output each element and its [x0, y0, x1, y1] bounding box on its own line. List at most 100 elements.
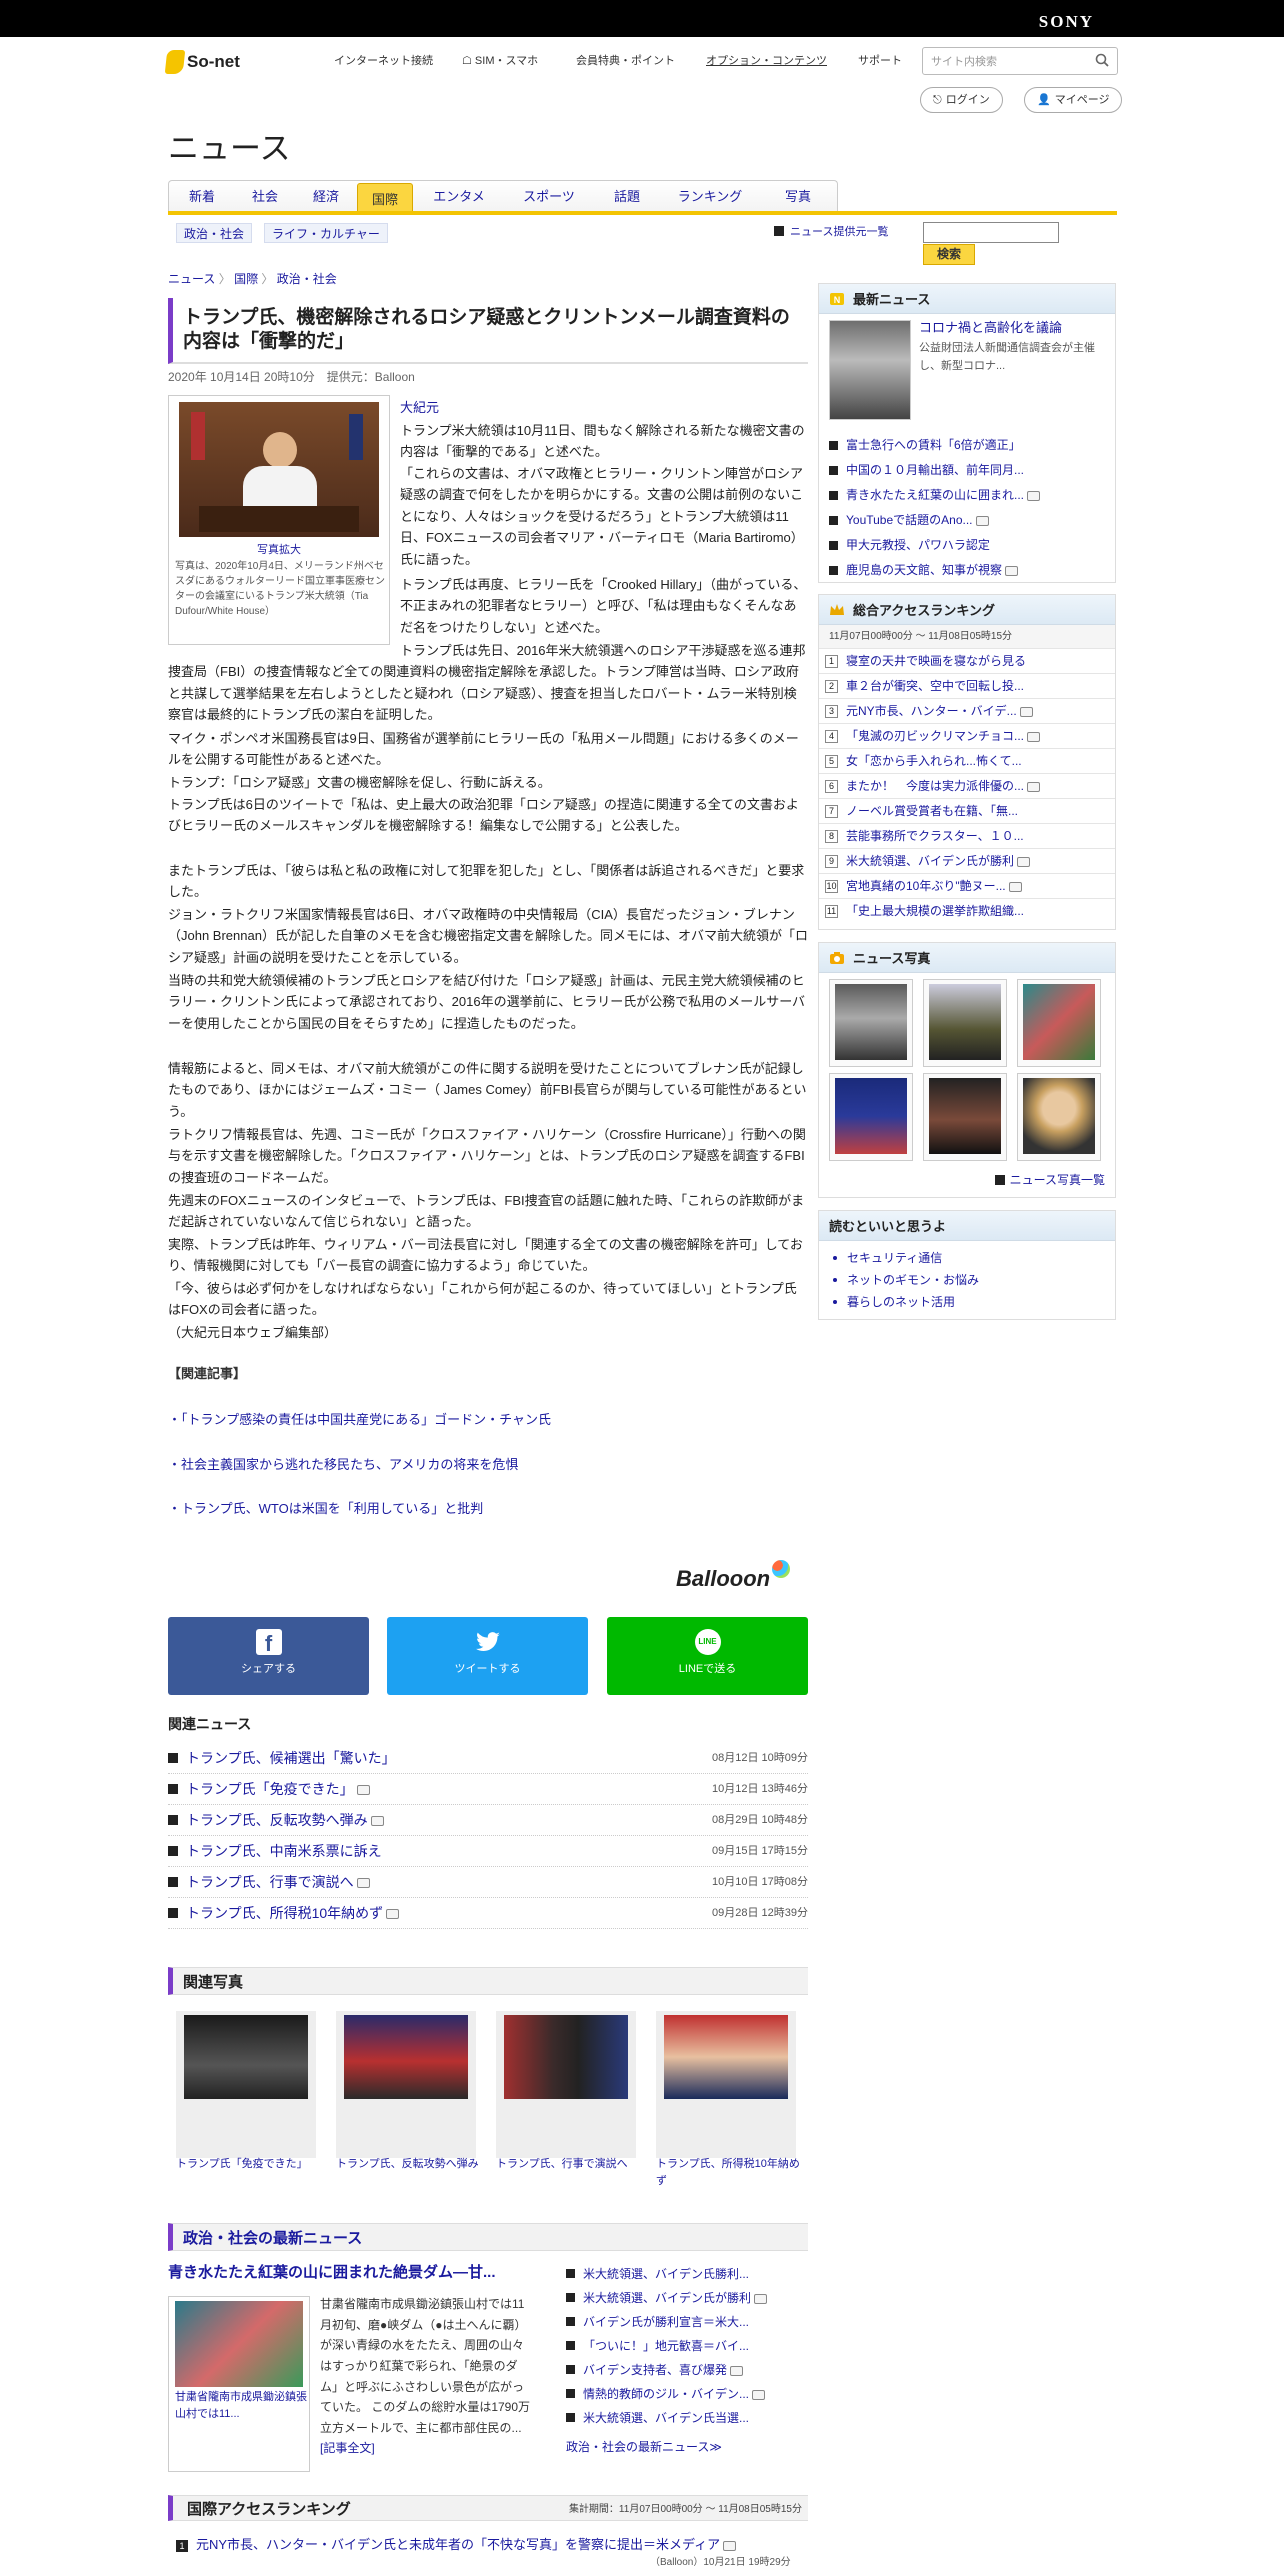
recommend-link[interactable]: 暮らしのネット活用 [819, 1291, 1115, 1313]
read-full-article-link[interactable]: [記事全文] [320, 2441, 375, 2455]
crumb-politics[interactable]: 政治・社会 [277, 272, 337, 286]
latest-featured-photo-box[interactable]: 甘粛省隴南市成県鋤泌鎮張山村では11... [168, 2296, 310, 2472]
news-photo-thumb[interactable] [923, 1073, 1007, 1161]
news-photo-thumb[interactable] [1017, 1073, 1101, 1161]
latest-list-item[interactable]: 米大統領選、バイデン氏当選... [566, 2409, 808, 2433]
related-news-row[interactable]: トランプ氏、行事で演説へ 10月10日 17時08分 [168, 1867, 808, 1898]
news-photos-more-link[interactable]: ニュース写真一覧 [994, 1171, 1105, 1189]
related-photo-caption[interactable]: トランプ氏、反転攻勢へ弾み [336, 2156, 481, 2173]
related-news-row[interactable]: トランプ氏、所得税10年納めず 09月28日 12時39分 [168, 1898, 808, 1929]
related-photo-card[interactable] [176, 2011, 316, 2158]
recommend-link[interactable]: セキュリティ通信 [819, 1247, 1115, 1269]
crumb-news[interactable]: ニュース [168, 272, 215, 286]
tab-new[interactable]: 新着 [169, 181, 235, 212]
sidebar-ranking-item[interactable]: 9 米大統領選、バイデン氏が勝利 [819, 849, 1115, 874]
provider-list-link[interactable]: ニュース提供元一覧 [774, 224, 888, 241]
sidebar-latest-item[interactable]: 青き水たたえ紅葉の山に囲まれ... [819, 484, 1115, 509]
tab-international[interactable]: 国際 [357, 183, 413, 212]
photo-enlarge-link[interactable]: 写真拡大 [169, 542, 389, 559]
related-news-title[interactable]: トランプ氏、反転攻勢へ弾み [186, 1810, 384, 1831]
nav-options[interactable]: オプション・コンテンツ [706, 53, 827, 70]
tab-photos[interactable]: 写真 [759, 181, 837, 212]
line-share-button[interactable]: LINE LINEで送る [607, 1617, 808, 1695]
nav-support[interactable]: サポート [858, 53, 902, 70]
related-photo-card[interactable] [336, 2011, 476, 2158]
sidebar-ranking-item[interactable]: 3 元NY市長、ハンター・バイデ... [819, 699, 1115, 724]
balloon-logo[interactable]: Ballooon [676, 1560, 791, 1595]
site-search-input[interactable]: サイト内検索 [922, 47, 1118, 75]
facebook-share-button[interactable]: f シェアする [168, 1617, 369, 1695]
sidebar-latest-item[interactable]: YouTubeで話題のAno... [819, 509, 1115, 534]
latest-list-item[interactable]: 「ついに！」地元歓喜＝バイ... [566, 2337, 808, 2361]
sidebar-ranking-item[interactable]: 4 「鬼滅の刃ビックリマンチョコ... [819, 724, 1115, 749]
latest-top-title[interactable]: コロナ禍と高齢化を議論 [919, 318, 1062, 338]
related-photo-card[interactable] [656, 2011, 796, 2158]
latest-list-item[interactable]: 米大統領選、バイデン氏が勝利 [566, 2289, 808, 2313]
tab-sports[interactable]: スポーツ [505, 181, 593, 212]
login-button[interactable]: ⎋ ログイン [920, 87, 1003, 113]
sidebar-latest-item[interactable]: 中国の１０月輸出額、前年同月... [819, 459, 1115, 484]
recommend-link[interactable]: ネットのギモン・お悩み [819, 1269, 1115, 1291]
latest-list-item[interactable]: 米大統領選、バイデン氏勝利... [566, 2265, 808, 2289]
sidebar-ranking-item[interactable]: 2 車２台が衝突、空中で回転し投... [819, 674, 1115, 699]
latest-featured-caption[interactable]: 甘粛省隴南市成県鋤泌鎮張山村では11... [175, 2389, 307, 2422]
tab-ranking[interactable]: ランキング [661, 181, 759, 212]
related-news-row[interactable]: トランプ氏、反転攻勢へ弾み 08月29日 10時48分 [168, 1805, 808, 1836]
tab-economy[interactable]: 経済 [295, 181, 357, 212]
latest-list-item[interactable]: 情熱的教師のジル・バイデン... [566, 2385, 808, 2409]
related-news-title[interactable]: トランプ氏「免疫できた」 [186, 1779, 370, 1800]
sonet-logo[interactable]: So-net [164, 48, 240, 76]
tab-society[interactable]: 社会 [235, 181, 295, 212]
related-news-title[interactable]: トランプ氏、所得税10年納めず [186, 1903, 400, 1924]
latest-list-item[interactable]: バイデン氏が勝利宣言＝米大... [566, 2313, 808, 2337]
related-news-row[interactable]: トランプ氏、中南米系票に訴え 09月15日 17時15分 [168, 1836, 808, 1867]
related-news-title[interactable]: トランプ氏、中南米系票に訴え [186, 1841, 382, 1862]
related-photo-caption[interactable]: トランプ氏、行事で演説へ [496, 2156, 641, 2173]
tab-topics[interactable]: 話題 [593, 181, 661, 212]
related-article-link[interactable]: ・「トランプ感染の責任は中国共産党にある」ゴードン・チャン氏 [168, 1410, 551, 1430]
related-news-row[interactable]: トランプ氏、候補選出「驚いた」 08月12日 10時09分 [168, 1743, 808, 1774]
sidebar-ranking-item[interactable]: 8 芸能事務所でクラスター、１０... [819, 824, 1115, 849]
subtag-politics[interactable]: 政治・社会 [176, 223, 253, 243]
latest-more-link[interactable]: 政治・社会の最新ニュース≫ [566, 2438, 722, 2456]
latest-top-photo[interactable] [829, 320, 911, 420]
sidebar-latest-item[interactable]: 鹿児島の天文館、知事が視察 [819, 559, 1115, 584]
news-photo-thumb[interactable] [923, 979, 1007, 1067]
sidebar-ranking-item[interactable]: 5 女「恋から手入れられ...怖くて... [819, 749, 1115, 774]
intl-ranking-item[interactable]: 元NY市長、ハンター・バイデン氏と未成年者の「不快な写真」を警察に提出＝米メディ… [196, 2535, 737, 2555]
related-photo-card[interactable] [496, 2011, 636, 2158]
latest-list-item[interactable]: バイデン支持者、喜び爆発 [566, 2361, 808, 2385]
sidebar-ranking-item[interactable]: 1 寝室の天井で映画を寝ながら見る [819, 649, 1115, 674]
crumb-international[interactable]: 国際 [234, 272, 258, 286]
related-news-title[interactable]: トランプ氏、行事で演説へ [186, 1872, 370, 1893]
article-photo[interactable] [179, 402, 379, 537]
search-icon[interactable] [1095, 53, 1109, 67]
news-search-button[interactable]: 検索 [923, 244, 975, 265]
nav-internet[interactable]: インターネット接続 [334, 53, 433, 70]
sony-logo[interactable]: SONY [1039, 9, 1094, 35]
news-photo-thumb[interactable] [829, 1073, 913, 1161]
related-news-row[interactable]: トランプ氏「免疫できた」 10月12日 13時46分 [168, 1774, 808, 1805]
news-photo-thumb[interactable] [829, 979, 913, 1067]
news-photo-thumb[interactable] [1017, 979, 1101, 1067]
related-news-title[interactable]: トランプ氏、候補選出「驚いた」 [186, 1748, 396, 1769]
nav-sim[interactable]: ☖ SIM・スマホ [462, 53, 538, 70]
news-search-input[interactable] [923, 222, 1059, 243]
mypage-button[interactable]: 👤 マイページ [1024, 87, 1123, 113]
sidebar-ranking-item[interactable]: 6 またか！ 今度は実力派俳優の... [819, 774, 1115, 799]
latest-featured-title[interactable]: 青き水たたえ紅葉の山に囲まれた絶景ダム―甘... [168, 2262, 496, 2285]
sidebar-latest-item[interactable]: 富士急行への賃料「6倍が適正」 [819, 434, 1115, 459]
related-photo-caption[interactable]: トランプ氏、所得税10年納めず [656, 2156, 801, 2189]
sidebar-ranking-item[interactable]: 7 ノーベル賞受賞者も在籍、「無... [819, 799, 1115, 824]
sidebar-latest-item[interactable]: 甲大元教授、パワハラ認定 [819, 534, 1115, 559]
subtag-life-culture[interactable]: ライフ・カルチャー [264, 223, 388, 243]
related-article-link[interactable]: ・社会主義国家から逃れた移民たち、アメリカの将来を危惧 [168, 1455, 518, 1475]
tab-entertainment[interactable]: エンタメ [413, 181, 505, 212]
sidebar-ranking-item[interactable]: 11 「史上最大規模の選挙詐欺組織... [819, 899, 1115, 924]
nav-member[interactable]: 会員特典・ポイント [576, 53, 675, 70]
sidebar-ranking-item[interactable]: 10 宮地真緒の10年ぶり"艶ヌー... [819, 874, 1115, 899]
twitter-share-button[interactable]: ツイートする [387, 1617, 588, 1695]
article-source-link[interactable]: 大紀元 [400, 398, 439, 418]
related-article-link[interactable]: ・トランプ氏、WTOは米国を「利用している」と批判 [168, 1499, 483, 1519]
latest-section-heading[interactable]: 政治・社会の最新ニュース [168, 2223, 808, 2251]
